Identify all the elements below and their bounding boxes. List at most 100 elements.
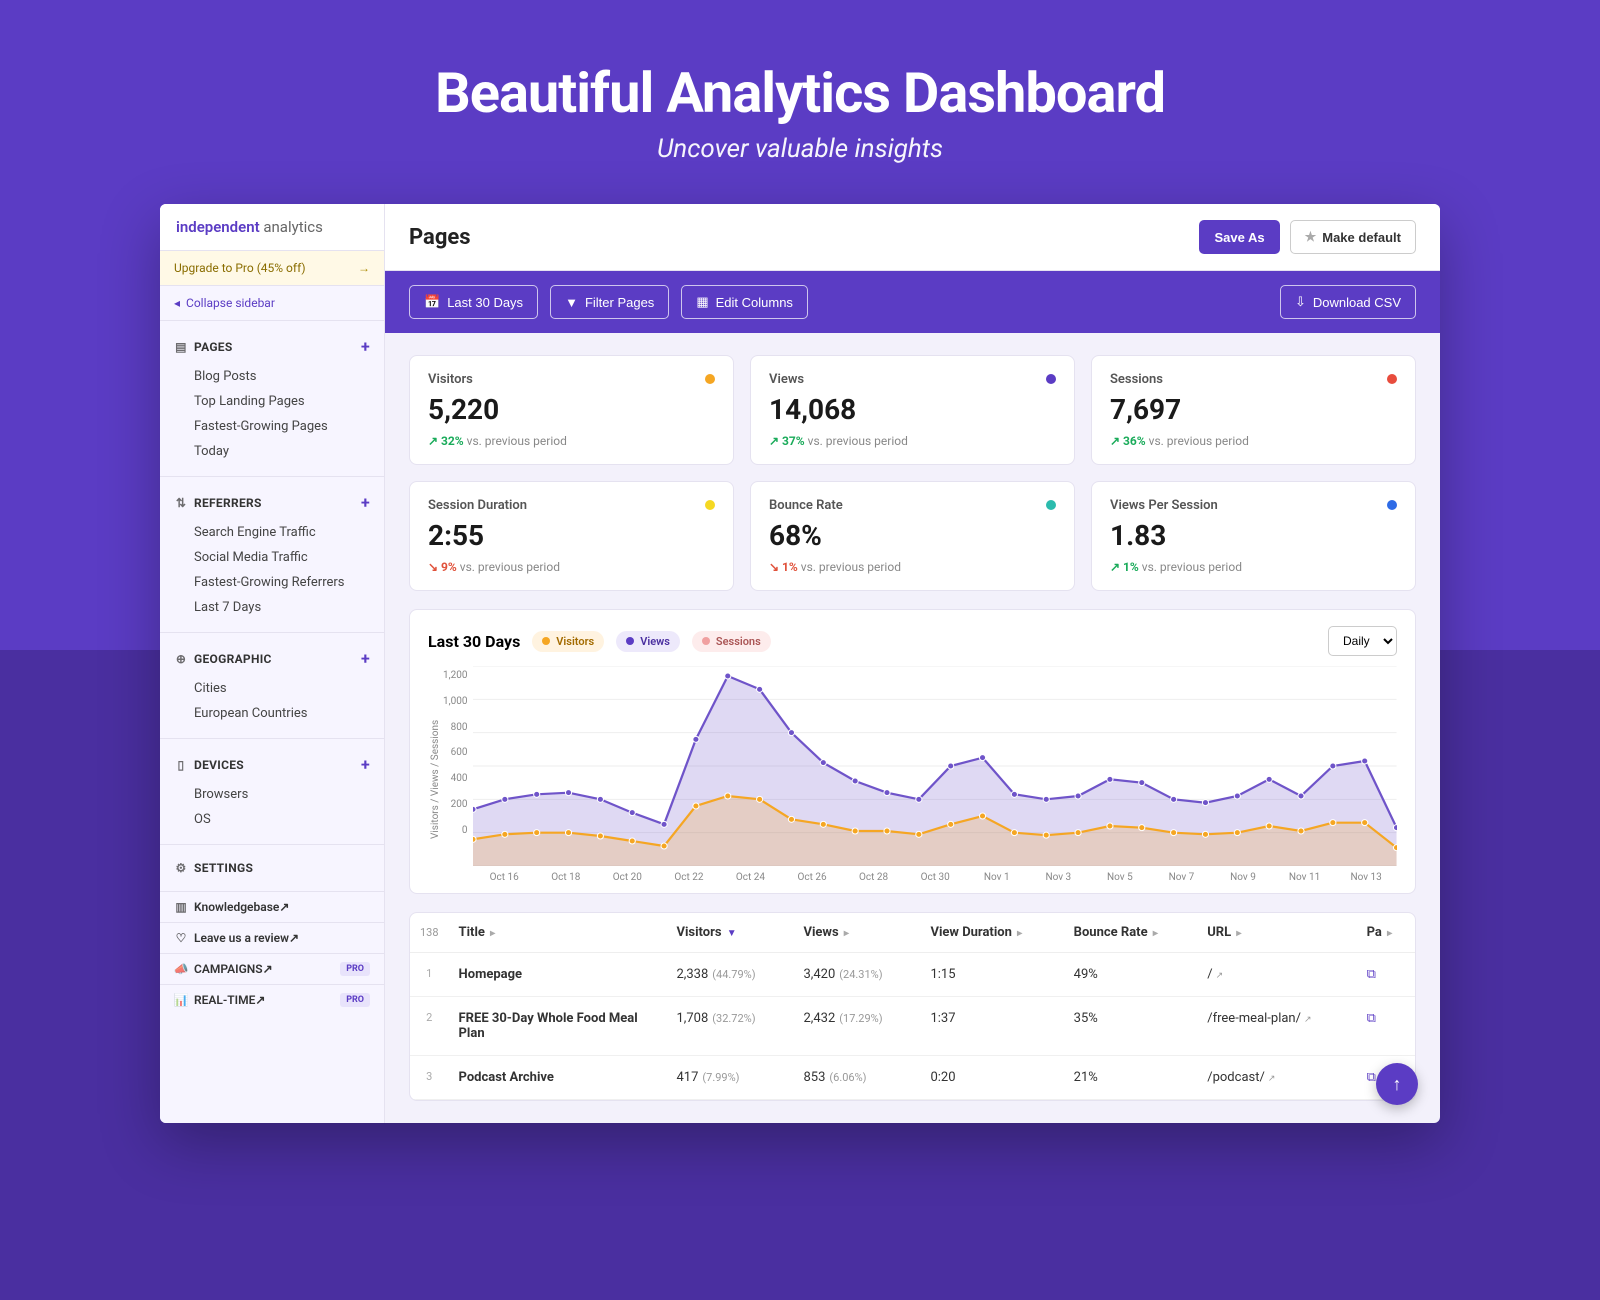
page-title: Pages (409, 225, 471, 250)
legend-visitors[interactable]: Visitors (532, 631, 604, 652)
sidebar-item[interactable]: Blog Posts (160, 364, 384, 389)
download-icon: ⇩ (1295, 294, 1306, 310)
chart-title: Last 30 Days (428, 632, 520, 651)
metric-delta: ↗ 36% vs. previous period (1110, 434, 1397, 448)
col-header[interactable]: View Duration ▸ (920, 913, 1063, 953)
sort-icon: ▸ (490, 928, 495, 939)
legend-sessions[interactable]: Sessions (692, 631, 771, 652)
cell-duration: 1:37 (920, 997, 1063, 1056)
add-devices-report-button[interactable]: + (361, 755, 370, 774)
chart-ylabel: Visitors / Views / Sessions (428, 666, 443, 883)
metric-card[interactable]: Views Per Session 1.83 ↗ 1% vs. previous… (1091, 481, 1416, 591)
granularity-select[interactable]: Daily (1328, 626, 1397, 656)
metric-delta: ↘ 1% vs. previous period (769, 560, 1056, 574)
heart-icon: ♡ (174, 931, 188, 945)
table-row[interactable]: 2 FREE 30-Day Whole Food Meal Plan 1,708… (410, 997, 1415, 1056)
nav-review[interactable]: ♡ Leave us a review ↗ (160, 922, 384, 953)
metric-value: 2:55 (428, 519, 715, 552)
cell-bounce: 21% (1064, 1056, 1198, 1100)
calendar-icon: 📅 (424, 294, 440, 310)
arrow-up-icon: ↑ (1393, 1074, 1402, 1095)
sidebar-item[interactable]: Top Landing Pages (160, 389, 384, 414)
chart-panel: Last 30 Days Visitors Views Sessions Dai… (409, 609, 1416, 894)
sort-icon: ▸ (1387, 928, 1392, 939)
scroll-top-button[interactable]: ↑ (1376, 1063, 1418, 1105)
sidebar-item[interactable]: Cities (160, 676, 384, 701)
col-header[interactable]: Bounce Rate ▸ (1064, 913, 1198, 953)
logo: independent analytics (160, 204, 384, 251)
cell-copy[interactable]: ⧉ (1357, 953, 1415, 997)
sidebar-item[interactable]: Search Engine Traffic (160, 520, 384, 545)
cell-title: Homepage (449, 953, 667, 997)
save-as-button[interactable]: Save As (1199, 220, 1279, 254)
nav-section-devices: ▯DEVICES + BrowsersOS (160, 739, 384, 845)
sort-icon: ▸ (844, 928, 849, 939)
cell-url: /↗ (1197, 953, 1356, 997)
sort-icon: ▸ (1236, 928, 1241, 939)
download-csv-button[interactable]: ⇩Download CSV (1280, 285, 1416, 319)
pro-badge: PRO (340, 993, 370, 1007)
sidebar-item[interactable]: European Countries (160, 701, 384, 726)
make-default-button[interactable]: ★Make default (1290, 220, 1416, 254)
funnel-icon: ▼ (565, 295, 578, 310)
chart-yaxis: 1,2001,0008006004002000 (443, 666, 473, 866)
metric-card[interactable]: Visitors 5,220 ↗ 32% vs. previous period (409, 355, 734, 465)
metric-card[interactable]: Bounce Rate 68% ↘ 1% vs. previous period (750, 481, 1075, 591)
upgrade-banner[interactable]: Upgrade to Pro (45% off) → (160, 251, 384, 286)
external-link-icon: ↗ (289, 931, 299, 945)
cell-visitors: 1,708(32.72%) (666, 997, 793, 1056)
external-link-icon: ↗ (1304, 1015, 1312, 1025)
metric-label: Views (769, 372, 1056, 387)
collapse-sidebar-button[interactable]: ◂ Collapse sidebar (160, 286, 384, 321)
cell-copy[interactable]: ⧉ (1357, 997, 1415, 1056)
nav-realtime[interactable]: 📊 REAL-TIME ↗ PRO (160, 984, 384, 1015)
col-header[interactable]: Visitors ▼ (666, 913, 793, 953)
chart-plot (473, 666, 1397, 866)
metric-delta: ↗ 37% vs. previous period (769, 434, 1056, 448)
nav-campaigns[interactable]: 📣 CAMPAIGNS ↗ PRO (160, 953, 384, 984)
add-pages-report-button[interactable]: + (361, 337, 370, 356)
metric-card[interactable]: Views 14,068 ↗ 37% vs. previous period (750, 355, 1075, 465)
arrow-right-icon: → (358, 261, 370, 275)
col-header[interactable]: Title ▸ (449, 913, 667, 953)
sidebar-item[interactable]: Today (160, 439, 384, 464)
table-row[interactable]: 1 Homepage 2,338(44.79%) 3,420(24.31%) 1… (410, 953, 1415, 997)
metric-card[interactable]: Session Duration 2:55 ↘ 9% vs. previous … (409, 481, 734, 591)
add-geo-report-button[interactable]: + (361, 649, 370, 668)
sidebar-item[interactable]: OS (160, 807, 384, 832)
cell-duration: 1:15 (920, 953, 1063, 997)
sidebar-item[interactable]: Browsers (160, 782, 384, 807)
col-header[interactable]: Pa ▸ (1357, 913, 1415, 953)
sidebar-item[interactable]: Last 7 Days (160, 595, 384, 620)
hero-title: Beautiful Analytics Dashboard (20, 60, 1580, 126)
chevron-left-icon: ◂ (174, 296, 180, 310)
metric-dot-icon (705, 500, 715, 510)
col-header[interactable]: Views ▸ (793, 913, 920, 953)
sidebar-item[interactable]: Social Media Traffic (160, 545, 384, 570)
copy-icon: ⧉ (1367, 967, 1376, 982)
table-row[interactable]: 3 Podcast Archive 417(7.99%) 853(6.06%) … (410, 1056, 1415, 1100)
metric-label: Views Per Session (1110, 498, 1397, 513)
sidebar-item[interactable]: Fastest-Growing Referrers (160, 570, 384, 595)
edit-columns-button[interactable]: ▦Edit Columns (681, 285, 808, 319)
metric-card[interactable]: Sessions 7,697 ↗ 36% vs. previous period (1091, 355, 1416, 465)
nav-knowledgebase[interactable]: ▥ Knowledgebase ↗ (160, 891, 384, 922)
chart-xaxis: Oct 16Oct 18Oct 20Oct 22Oct 24Oct 26Oct … (473, 866, 1397, 883)
metric-label: Visitors (428, 372, 715, 387)
cell-views: 853(6.06%) (793, 1056, 920, 1100)
metric-delta: ↘ 9% vs. previous period (428, 560, 715, 574)
nav-settings[interactable]: ⚙SETTINGS (160, 855, 384, 881)
sidebar-item[interactable]: Fastest-Growing Pages (160, 414, 384, 439)
col-header[interactable]: URL ▸ (1197, 913, 1356, 953)
sort-desc-icon: ▼ (727, 928, 737, 939)
copy-icon: ⧉ (1367, 1011, 1376, 1026)
filter-button[interactable]: ▼Filter Pages (550, 285, 669, 319)
sidebar: independent analytics Upgrade to Pro (45… (160, 204, 385, 1123)
add-referrers-report-button[interactable]: + (361, 493, 370, 512)
metric-dot-icon (1387, 500, 1397, 510)
metric-value: 5,220 (428, 393, 715, 426)
sort-icon: ▸ (1153, 928, 1158, 939)
date-range-button[interactable]: 📅Last 30 Days (409, 285, 538, 319)
globe-icon: ⊕ (174, 652, 188, 666)
legend-views[interactable]: Views (616, 631, 680, 652)
